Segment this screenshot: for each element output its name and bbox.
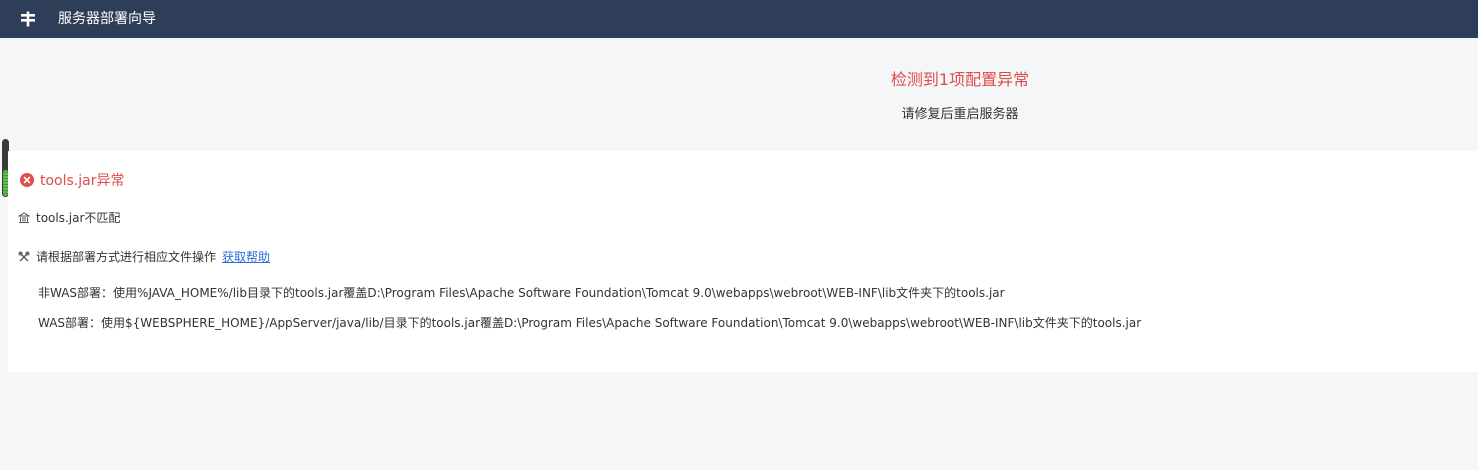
issue-title: tools.jar异常 bbox=[40, 173, 125, 189]
issue-panel: tools.jar异常 tools.jar不匹配 请根据部署方式进行相应文件操作… bbox=[8, 151, 1478, 372]
bank-icon bbox=[18, 211, 30, 224]
restart-hint: 请修复后重启服务器 bbox=[901, 107, 1019, 122]
instruction-non-was: 非WAS部署：使用%JAVA_HOME%/lib目录下的tools.jar覆盖D… bbox=[38, 286, 1005, 300]
error-circle-icon bbox=[20, 173, 34, 187]
issue-detail: tools.jar不匹配 bbox=[36, 211, 121, 225]
issue-title-row: tools.jar异常 bbox=[20, 170, 124, 190]
instruction-was: WAS部署：使用${WEBSPHERE_HOME}/AppServer/java… bbox=[38, 316, 1142, 330]
issue-detail-row: tools.jar不匹配 bbox=[18, 209, 120, 226]
error-count-headline: 检测到1项配置异常 bbox=[890, 70, 1030, 89]
issue-action-row: 请根据部署方式进行相应文件操作 获取帮助 bbox=[18, 248, 270, 265]
action-instruction: 请根据部署方式进行相应文件操作 bbox=[36, 250, 217, 264]
top-bar: 服务器部署向导 bbox=[0, 0, 1478, 38]
summary-section: 检测到1项配置异常 请修复后重启服务器 bbox=[0, 38, 1478, 151]
tools-icon bbox=[18, 251, 30, 263]
get-help-link[interactable]: 获取帮助 bbox=[222, 248, 270, 265]
stack-logo-icon bbox=[20, 11, 36, 27]
app-title: 服务器部署向导 bbox=[58, 11, 156, 27]
